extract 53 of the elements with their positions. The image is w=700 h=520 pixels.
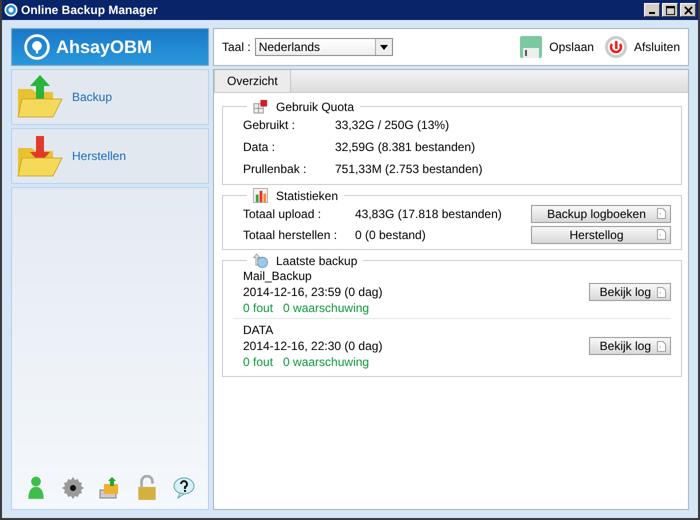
minimize-button[interactable] xyxy=(644,3,660,17)
field-label: Totaal herstellen : xyxy=(243,228,338,242)
error-count: 0 fout xyxy=(243,354,274,370)
window-title: Online Backup Manager xyxy=(21,3,158,17)
error-count: 0 fout xyxy=(243,300,274,316)
field-label: Data : xyxy=(243,140,276,154)
field-label: Totaal upload : xyxy=(243,206,322,220)
document-icon xyxy=(657,340,666,352)
language-dropdown[interactable]: Nederlands xyxy=(254,38,393,56)
help-icon[interactable] xyxy=(172,475,196,501)
field-value: 33,32G / 250G (13%) xyxy=(335,118,450,132)
dropdown-arrow-icon xyxy=(380,44,388,50)
logo-text: AhsayOBM xyxy=(56,36,152,58)
document-icon xyxy=(657,229,666,240)
backup-time: 2014-12-16, 23:59 (0 dag) xyxy=(243,284,384,300)
save-button[interactable]: Opslaan xyxy=(513,35,594,59)
view-log-button[interactable]: Bekijk log xyxy=(588,283,671,301)
grid-icon xyxy=(253,99,268,114)
minimize-icon xyxy=(649,12,655,14)
sidebar-item[interactable]: Herstellen xyxy=(11,128,209,184)
overview-tab[interactable]: Overzicht xyxy=(214,70,291,92)
backup-set-name: Mail_Backup xyxy=(243,268,313,284)
maximize-button[interactable] xyxy=(662,3,678,17)
document-icon xyxy=(657,208,666,219)
log-button[interactable]: Backup logboeken xyxy=(531,204,671,222)
log-button[interactable]: Herstellog xyxy=(531,226,671,244)
warning-count: 0 waarschuwing xyxy=(283,300,370,316)
maximize-icon xyxy=(666,6,674,14)
backup-time: 2014-12-16, 22:30 (0 dag) xyxy=(243,338,384,354)
field-value: 751,33M (2.753 bestanden) xyxy=(335,162,482,176)
settings-icon[interactable] xyxy=(61,475,86,501)
close-button[interactable] xyxy=(680,3,696,17)
field-value: 0 (0 bestand) xyxy=(355,228,427,242)
exit-button[interactable]: Afsluiten xyxy=(598,35,680,59)
close-icon xyxy=(684,6,692,14)
view-log-button[interactable]: Bekijk log xyxy=(588,337,671,355)
app-logo-icon xyxy=(4,3,18,17)
field-label: Prullenbak : xyxy=(243,162,308,176)
logo-icon xyxy=(24,34,50,60)
group-title: Statistieken xyxy=(276,188,338,202)
field-value: 43,83G (17.818 bestanden) xyxy=(355,206,503,220)
warning-count: 0 waarschuwing xyxy=(283,354,370,370)
upload-globe-icon xyxy=(253,253,268,268)
sidebar-item[interactable]: Backup xyxy=(11,69,209,125)
document-icon xyxy=(657,286,666,298)
group-title: Gebruik Quota xyxy=(276,100,354,114)
field-label: Gebruikt : xyxy=(243,118,296,132)
group-title: Laatste backup xyxy=(276,254,358,268)
language-label: Taal : xyxy=(222,40,251,54)
bar-chart-icon xyxy=(253,188,268,203)
field-value: 32,59G (8.381 bestanden) xyxy=(335,140,476,154)
backup-set-name: DATA xyxy=(243,322,274,338)
power-icon xyxy=(604,35,628,59)
